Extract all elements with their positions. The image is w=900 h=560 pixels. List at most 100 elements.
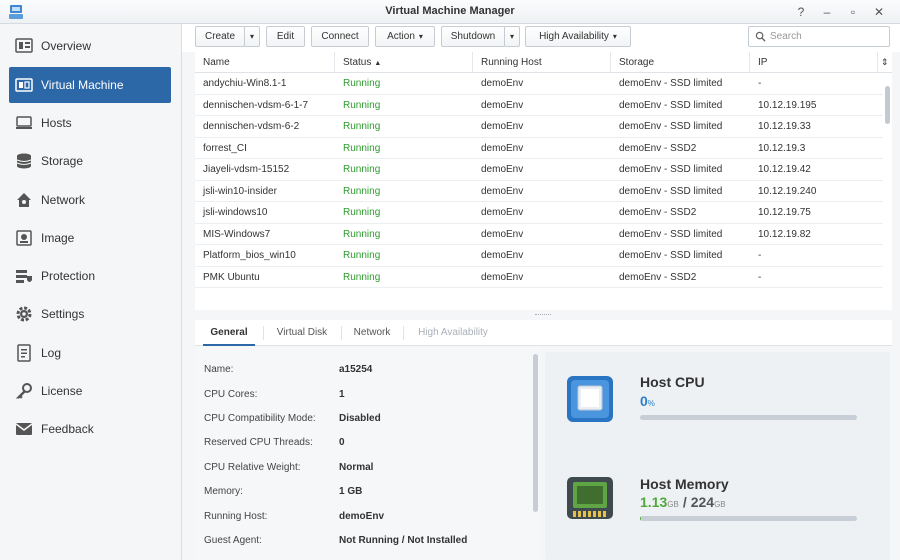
high-availability-button[interactable]: High Availability ▾ xyxy=(525,26,631,47)
table-cell-ip: 10.12.19.75 xyxy=(758,207,811,218)
virtual-machine-icon xyxy=(15,76,33,94)
table-cell-storage: demoEnv - SSD limited xyxy=(619,78,723,89)
table-cell-storage: demoEnv - SSD2 xyxy=(619,142,697,154)
host-resource-panel: Host CPU 0% Host Memory 1.13GB/224GB xyxy=(545,352,890,560)
image-icon xyxy=(15,229,33,247)
table-scrollbar[interactable] xyxy=(885,86,890,124)
table-cell-status: Running xyxy=(343,185,381,197)
memory-separator: / xyxy=(682,494,687,510)
sidebar-item-feedback[interactable]: Feedback xyxy=(9,411,171,447)
table-cell-ip: - xyxy=(758,250,762,261)
panel-splitter[interactable] xyxy=(195,310,892,320)
detail-label: Running Host: xyxy=(204,511,268,522)
table-row[interactable]: andychiu-Win8.1-1 Running demoEnv demoEnv -… xyxy=(195,73,883,95)
table-cell-running-host: demoEnv xyxy=(481,142,524,154)
memory-usage-bar-fill xyxy=(640,516,642,521)
sidebar-item-virtual-machine[interactable]: Virtual Machine xyxy=(9,67,171,103)
column-header-status[interactable]: Status ▲ xyxy=(335,52,473,73)
minimize-button[interactable]: – xyxy=(814,3,840,21)
cpu-usage-bar xyxy=(640,415,857,420)
tab-network[interactable]: Network xyxy=(347,320,397,346)
close-button[interactable]: ✕ xyxy=(866,3,892,21)
action-label: Action xyxy=(387,31,415,42)
detail-label: CPU Cores: xyxy=(204,389,258,400)
sidebar-item-log[interactable]: Log xyxy=(9,335,171,371)
sidebar-item-label: Overview xyxy=(41,39,92,53)
table-cell-name: Jiayeli-vdsm-15152 xyxy=(203,164,290,175)
column-header-running-host[interactable]: Running Host xyxy=(473,52,611,73)
action-button[interactable]: Action ▾ xyxy=(375,26,435,47)
column-header-name[interactable]: Name xyxy=(195,52,335,73)
create-dropdown-button[interactable]: ▾ xyxy=(244,26,260,47)
table-cell-running-host: demoEnv xyxy=(481,164,524,175)
table-cell-storage: demoEnv - SSD limited xyxy=(619,250,723,261)
host-memory-value: 1.13GB/224GB xyxy=(640,494,726,510)
sidebar-item-image[interactable]: Image xyxy=(9,220,171,256)
table-row[interactable]: dennischen-vdsm-6-2 Running demoEnv demoEnv… xyxy=(195,116,883,138)
table-row[interactable]: jsli-win10-insider Running demoEnv demoEnv … xyxy=(195,181,883,202)
maximize-button[interactable]: ▫ xyxy=(840,3,866,21)
sidebar-item-protection[interactable]: Protection xyxy=(9,258,171,294)
sort-ascending-icon: ▲ xyxy=(374,60,382,67)
detail-label: Reserved CPU Threads: xyxy=(204,437,313,448)
table-cell-name: Platform_bios_win10 xyxy=(203,250,296,261)
title-bar: Virtual Machine Manager ? – ▫ ✕ xyxy=(0,0,900,24)
create-button[interactable]: Create xyxy=(195,26,245,47)
details-scrollbar[interactable] xyxy=(533,354,538,512)
tab-virtual-disk[interactable]: Virtual Disk xyxy=(269,320,335,346)
settings-icon xyxy=(15,305,33,323)
table-cell-running-host: demoEnv xyxy=(481,78,524,89)
sidebar-item-label: License xyxy=(41,384,83,398)
overview-icon xyxy=(15,37,33,55)
column-label: IP xyxy=(758,57,768,68)
table-cell-ip: 10.12.19.82 xyxy=(758,228,811,240)
general-details: Name: a15254 CPU Cores: 1 CPU Compatibilit… xyxy=(195,346,540,560)
sidebar-item-label: Protection xyxy=(41,269,96,283)
memory-used-unit: GB xyxy=(667,500,679,509)
tab-general[interactable]: General xyxy=(203,320,255,346)
detail-row-running-host: Running Host: demoEnv xyxy=(204,511,384,527)
log-icon xyxy=(15,344,33,362)
detail-label: Guest Agent: xyxy=(204,535,262,546)
table-header: Name Status ▲ Running Host Storage IP ⇕ xyxy=(195,52,892,73)
caret-down-icon: ▾ xyxy=(418,32,423,41)
sidebar-item-hosts[interactable]: Hosts xyxy=(9,105,171,141)
detail-value: Not Running / Not Installed xyxy=(339,535,468,546)
sidebar-item-label: Feedback xyxy=(41,422,94,436)
sidebar-item-network[interactable]: Network xyxy=(9,182,171,218)
sidebar-item-storage[interactable]: Storage xyxy=(9,143,171,179)
detail-label: Name: xyxy=(204,364,234,375)
host-cpu-title: Host CPU xyxy=(640,374,705,390)
sidebar-item-overview[interactable]: Overview xyxy=(9,28,171,64)
sidebar-item-label: Network xyxy=(41,193,86,207)
protection-icon xyxy=(15,267,33,285)
detail-value: 1 xyxy=(339,389,345,400)
search-input[interactable] xyxy=(770,31,880,42)
column-header-storage[interactable]: Storage xyxy=(611,52,750,73)
search-box[interactable] xyxy=(748,26,890,47)
shutdown-dropdown-button[interactable]: ▾ xyxy=(504,26,520,47)
table-cell-ip: - xyxy=(758,78,762,89)
connect-button[interactable]: Connect xyxy=(311,26,369,47)
table-cell-name: andychiu-Win8.1-1 xyxy=(203,78,287,89)
cpu-usage-number: 0 xyxy=(640,393,648,409)
table-row[interactable]: PMK Ubuntu Running demoEnv demoEnv - SSD2 - xyxy=(195,267,883,288)
table-row[interactable]: Jiayeli-vdsm-15152 Running demoEnv demoEnv … xyxy=(195,159,883,181)
table-cell-storage: demoEnv - SSD limited xyxy=(619,164,723,175)
sidebar-item-license[interactable]: License xyxy=(9,373,171,409)
help-button[interactable]: ? xyxy=(788,3,814,21)
table-cell-running-host: demoEnv xyxy=(481,271,524,283)
table-row[interactable]: jsli-windows10 Running demoEnv demoEnv - SS… xyxy=(195,202,883,224)
column-header-ip[interactable]: IP xyxy=(750,52,878,73)
table-row[interactable]: Platform_bios_win10 Running demoEnv demoEnv… xyxy=(195,245,883,267)
table-row[interactable]: dennischen-vdsm-6-1-7 Running demoEnv demoE… xyxy=(195,95,883,116)
column-menu-icon[interactable]: ⇕ xyxy=(878,52,892,73)
detail-value: a15254 xyxy=(339,364,373,375)
shutdown-button[interactable]: Shutdown xyxy=(441,26,505,47)
sidebar-item-settings[interactable]: Settings xyxy=(9,296,171,332)
table-row[interactable]: MIS-Windows7 Running demoEnv demoEnv - SSD … xyxy=(195,224,883,245)
edit-button[interactable]: Edit xyxy=(266,26,305,47)
host-memory-title: Host Memory xyxy=(640,476,729,492)
cpu-usage-unit: % xyxy=(647,399,655,408)
table-row[interactable]: forrest_CI Running demoEnv demoEnv - SSD2 10… xyxy=(195,138,883,159)
